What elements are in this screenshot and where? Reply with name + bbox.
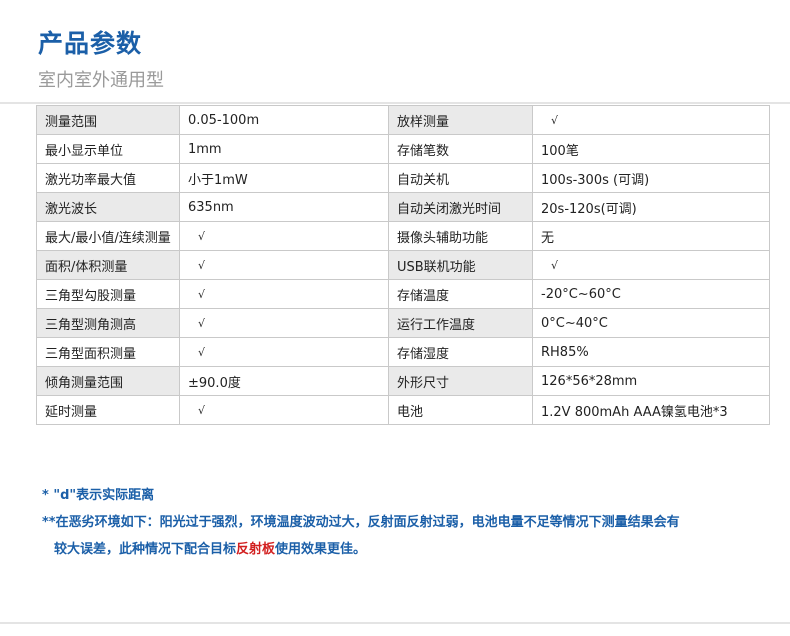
- spec-row: 倾角测量范围 ±90.0度 外形尺寸 126*56*28mm: [36, 366, 770, 396]
- spec-value: √: [532, 250, 770, 280]
- spec-label: 倾角测量范围: [36, 366, 180, 396]
- spec-label: 运行工作温度: [388, 308, 533, 338]
- spec-value: √: [532, 105, 770, 135]
- spec-value: √: [179, 221, 389, 251]
- spec-label: 摄像头辅助功能: [388, 221, 533, 251]
- spec-label: 外形尺寸: [388, 366, 533, 396]
- spec-value: 1mm: [179, 134, 389, 164]
- spec-value: 1.2V 800mAh AAA镍氢电池*3: [532, 395, 770, 425]
- spec-row: 延时测量 √ 电池 1.2V 800mAh AAA镍氢电池*3: [36, 395, 770, 425]
- spec-label: 电池: [388, 395, 533, 425]
- spec-value: 100s-300s (可调): [532, 163, 770, 193]
- spec-table: 测量范围 0.05-100m 放样测量 √ 最小显示单位 1mm 存储笔数 100笔 激光功率最…: [36, 105, 770, 425]
- footer-divider: [0, 622, 790, 624]
- spec-row: 面积/体积测量 √ USB联机功能 √: [36, 250, 770, 280]
- spec-label: 自动关机: [388, 163, 533, 193]
- footnote-distance: * "d"表示实际距离: [42, 488, 155, 503]
- spec-value: RH85%: [532, 337, 770, 367]
- spec-value: 0.05-100m: [179, 105, 389, 135]
- spec-row: 测量范围 0.05-100m 放样测量 √: [36, 105, 770, 135]
- spec-value: √: [179, 279, 389, 309]
- footnotes: * "d"表示实际距离 **在恶劣环境如下：阳光过于强烈，环境温度波动过大，反射…: [42, 482, 680, 563]
- spec-row: 三角型勾股测量 √ 存储温度 -20°C~60°C: [36, 279, 770, 309]
- spec-row: 激光功率最大值 小于1mW 自动关机 100s-300s (可调): [36, 163, 770, 193]
- spec-value: 635nm: [179, 192, 389, 222]
- spec-label: 自动关闭激光时间: [388, 192, 533, 222]
- footnote-environment-line1: **在恶劣环境如下：阳光过于强烈，环境温度波动过大，反射面反射过弱，电池电量不足…: [42, 515, 680, 530]
- spec-value: √: [179, 395, 389, 425]
- spec-label: 延时测量: [36, 395, 180, 425]
- spec-value: ±90.0度: [179, 366, 389, 396]
- spec-label: 最小显示单位: [36, 134, 180, 164]
- footnote-text-post: 使用效果更佳。: [275, 542, 367, 557]
- spec-label: 三角型面积测量: [36, 337, 180, 367]
- spec-value: 126*56*28mm: [532, 366, 770, 396]
- spec-label: 面积/体积测量: [36, 250, 180, 280]
- reflector-highlight: 反射板: [236, 542, 276, 557]
- spec-value: 0°C~40°C: [532, 308, 770, 338]
- spec-label: 激光功率最大值: [36, 163, 180, 193]
- spec-value: 20s-120s(可调): [532, 192, 770, 222]
- spec-label: 三角型测角测高: [36, 308, 180, 338]
- header-divider: [0, 102, 790, 104]
- spec-value: 100笔: [532, 134, 770, 164]
- spec-row: 激光波长 635nm 自动关闭激光时间 20s-120s(可调): [36, 192, 770, 222]
- spec-label: 放样测量: [388, 105, 533, 135]
- spec-value: √: [179, 308, 389, 338]
- spec-label: 存储温度: [388, 279, 533, 309]
- spec-label: 存储湿度: [388, 337, 533, 367]
- spec-value: 小于1mW: [179, 163, 389, 193]
- spec-label: 三角型勾股测量: [36, 279, 180, 309]
- footnote-environment-line2: 较大误差，此种情况下配合目标反射板使用效果更佳。: [42, 536, 680, 563]
- spec-label: 测量范围: [36, 105, 180, 135]
- spec-row: 最大/最小值/连续测量 √ 摄像头辅助功能无: [36, 221, 770, 251]
- spec-label: USB联机功能: [388, 250, 533, 280]
- footnote-text-pre: 较大误差，此种情况下配合目标: [54, 542, 237, 557]
- spec-row: 三角型测角测高 √ 运行工作温度 0°C~40°C: [36, 308, 770, 338]
- page-title: 产品参数: [38, 29, 143, 58]
- spec-label: 存储笔数: [388, 134, 533, 164]
- spec-value: √: [179, 250, 389, 280]
- page-subtitle: 室内室外通用型: [38, 70, 164, 91]
- spec-value: -20°C~60°C: [532, 279, 770, 309]
- spec-row: 三角型面积测量 √ 存储湿度 RH85%: [36, 337, 770, 367]
- spec-label: 最大/最小值/连续测量: [36, 221, 180, 251]
- spec-label: 激光波长: [36, 192, 180, 222]
- spec-row: 最小显示单位 1mm 存储笔数 100笔: [36, 134, 770, 164]
- spec-value: 无: [532, 221, 770, 251]
- spec-value: √: [179, 337, 389, 367]
